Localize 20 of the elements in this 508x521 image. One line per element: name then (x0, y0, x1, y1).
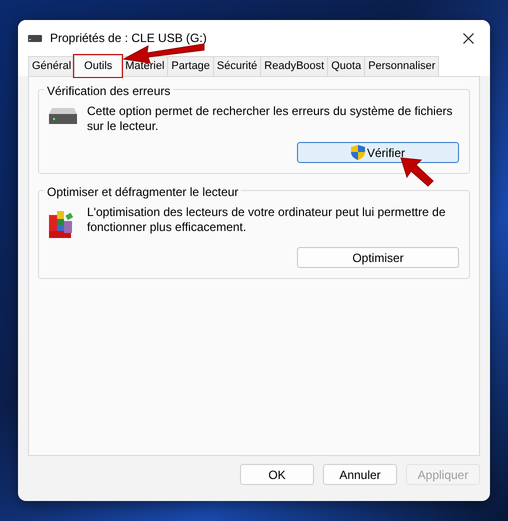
tab[interactable]: Général (28, 56, 76, 76)
tab[interactable]: Sécurité (212, 56, 262, 76)
close-icon (463, 32, 474, 44)
tab[interactable]: Partage (167, 56, 214, 76)
dialog-button[interactable]: OK (240, 464, 314, 485)
highlight-frame (73, 54, 123, 78)
drive-icon (28, 34, 42, 42)
description-text: Cette option permet de rechercher les erreurs du système de fichiers sur le lecteur. (87, 104, 454, 134)
drive-icon (49, 108, 77, 124)
tab[interactable]: Quota (327, 56, 366, 76)
action-button[interactable]: Optimiser (297, 247, 459, 268)
action-button[interactable]: Vérifier (297, 142, 459, 163)
description-text: L'optimisation des lecteurs de votre ordinateur peut lui permettre de fonctionner plus efficacement. (87, 205, 446, 235)
tab[interactable]: Personnaliser (364, 56, 440, 76)
tab[interactable]: Outils (74, 55, 122, 77)
tab[interactable]: ReadyBoost (260, 56, 328, 76)
window-title: Propriétés de : CLE USB (G:) (50, 30, 207, 47)
shield-icon (350, 145, 365, 160)
annotation-arrow-icon (399, 156, 435, 188)
dialog-button[interactable]: Annuler (323, 464, 397, 485)
